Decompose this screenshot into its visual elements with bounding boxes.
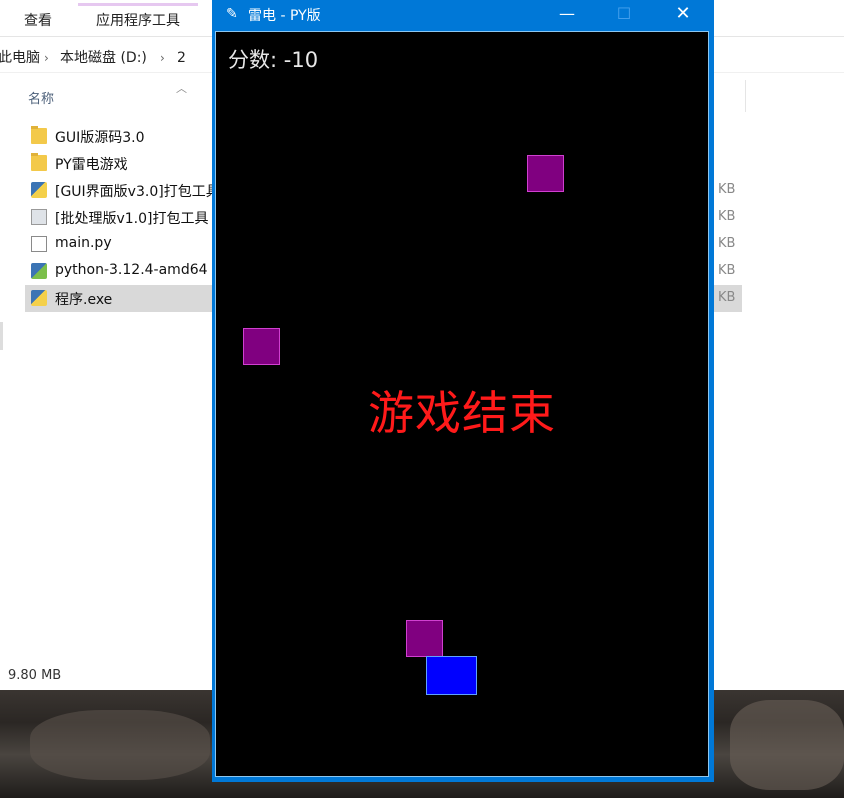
- close-button[interactable]: ✕: [660, 0, 706, 30]
- installer-icon: [31, 263, 47, 279]
- breadcrumb-folder[interactable]: 2: [177, 44, 186, 72]
- file-name: PY雷电游戏: [55, 157, 128, 173]
- file-name: 程序.exe: [55, 292, 113, 308]
- file-name: GUI版源码3.0: [55, 130, 145, 146]
- python-exe-icon: [31, 182, 47, 198]
- file-name: main.py: [55, 235, 112, 251]
- file-list-item[interactable]: PY雷电游戏: [25, 150, 215, 177]
- file-name: [批处理版v1.0]打包工具: [55, 211, 209, 227]
- file-list-item[interactable]: python-3.12.4-amd64: [25, 258, 215, 285]
- python-file-icon: [31, 236, 47, 252]
- enemy-block: [406, 620, 443, 657]
- window-title: 雷电 - PY版: [248, 8, 321, 24]
- score-label: 分数:: [228, 48, 278, 72]
- file-list-item[interactable]: GUI版源码3.0: [25, 123, 215, 150]
- scroll-indicator: [0, 322, 3, 350]
- folder-icon: [31, 126, 47, 144]
- file-list-item[interactable]: main.py: [25, 231, 215, 258]
- file-size: KB: [718, 263, 736, 278]
- folder-icon: [31, 153, 47, 171]
- file-name: [GUI界面版v3.0]打包工具: [55, 184, 220, 200]
- enemy-block: [243, 328, 280, 365]
- tab-view[interactable]: 查看: [24, 6, 52, 36]
- desktop-wallpaper-shape: [30, 710, 210, 780]
- title-bar[interactable]: ✎ 雷电 - PY版 — ☐ ✕: [212, 0, 714, 30]
- score-display: 分数: -10: [228, 44, 318, 74]
- minimize-button[interactable]: —: [544, 0, 590, 30]
- score-value: -10: [283, 48, 319, 72]
- maximize-icon: ☐: [616, 4, 632, 23]
- batch-file-icon: [31, 209, 47, 225]
- sort-up-icon: ︿: [176, 82, 187, 95]
- chevron-right-icon: ›: [44, 51, 49, 65]
- game-canvas[interactable]: 分数: -10 游戏结束: [215, 31, 709, 777]
- file-list-item[interactable]: [批处理版v1.0]打包工具: [25, 204, 215, 231]
- game-window[interactable]: ✎ 雷电 - PY版 — ☐ ✕ 分数: -10 游戏结束: [212, 0, 714, 782]
- status-bar-size: 9.80 MB: [8, 668, 62, 683]
- file-size: KB: [718, 290, 736, 305]
- file-size: KB: [718, 209, 736, 224]
- breadcrumb-drive[interactable]: 本地磁盘 (D:): [60, 44, 147, 72]
- tab-application-tools[interactable]: 应用程序工具: [78, 3, 198, 36]
- breadcrumb-this-pc[interactable]: 此电脑: [0, 44, 40, 72]
- maximize-button[interactable]: ☐: [601, 0, 647, 30]
- minimize-icon: —: [559, 4, 575, 23]
- desktop-wallpaper-shape: [730, 700, 844, 790]
- column-header-name[interactable]: 名称: [28, 88, 54, 107]
- column-divider[interactable]: [745, 80, 746, 112]
- file-size: KB: [718, 182, 736, 197]
- file-size: KB: [718, 236, 736, 251]
- enemy-block: [527, 155, 564, 192]
- file-list-item[interactable]: [GUI界面版v3.0]打包工具: [25, 177, 220, 204]
- chevron-right-icon: ›: [160, 51, 165, 65]
- file-name: python-3.12.4-amd64: [55, 262, 208, 278]
- feather-icon: ✎: [226, 6, 238, 22]
- close-icon: ✕: [675, 3, 691, 24]
- python-exe-icon: [31, 290, 47, 306]
- game-over-text: 游戏结束: [368, 386, 556, 440]
- player-ship: [426, 656, 477, 695]
